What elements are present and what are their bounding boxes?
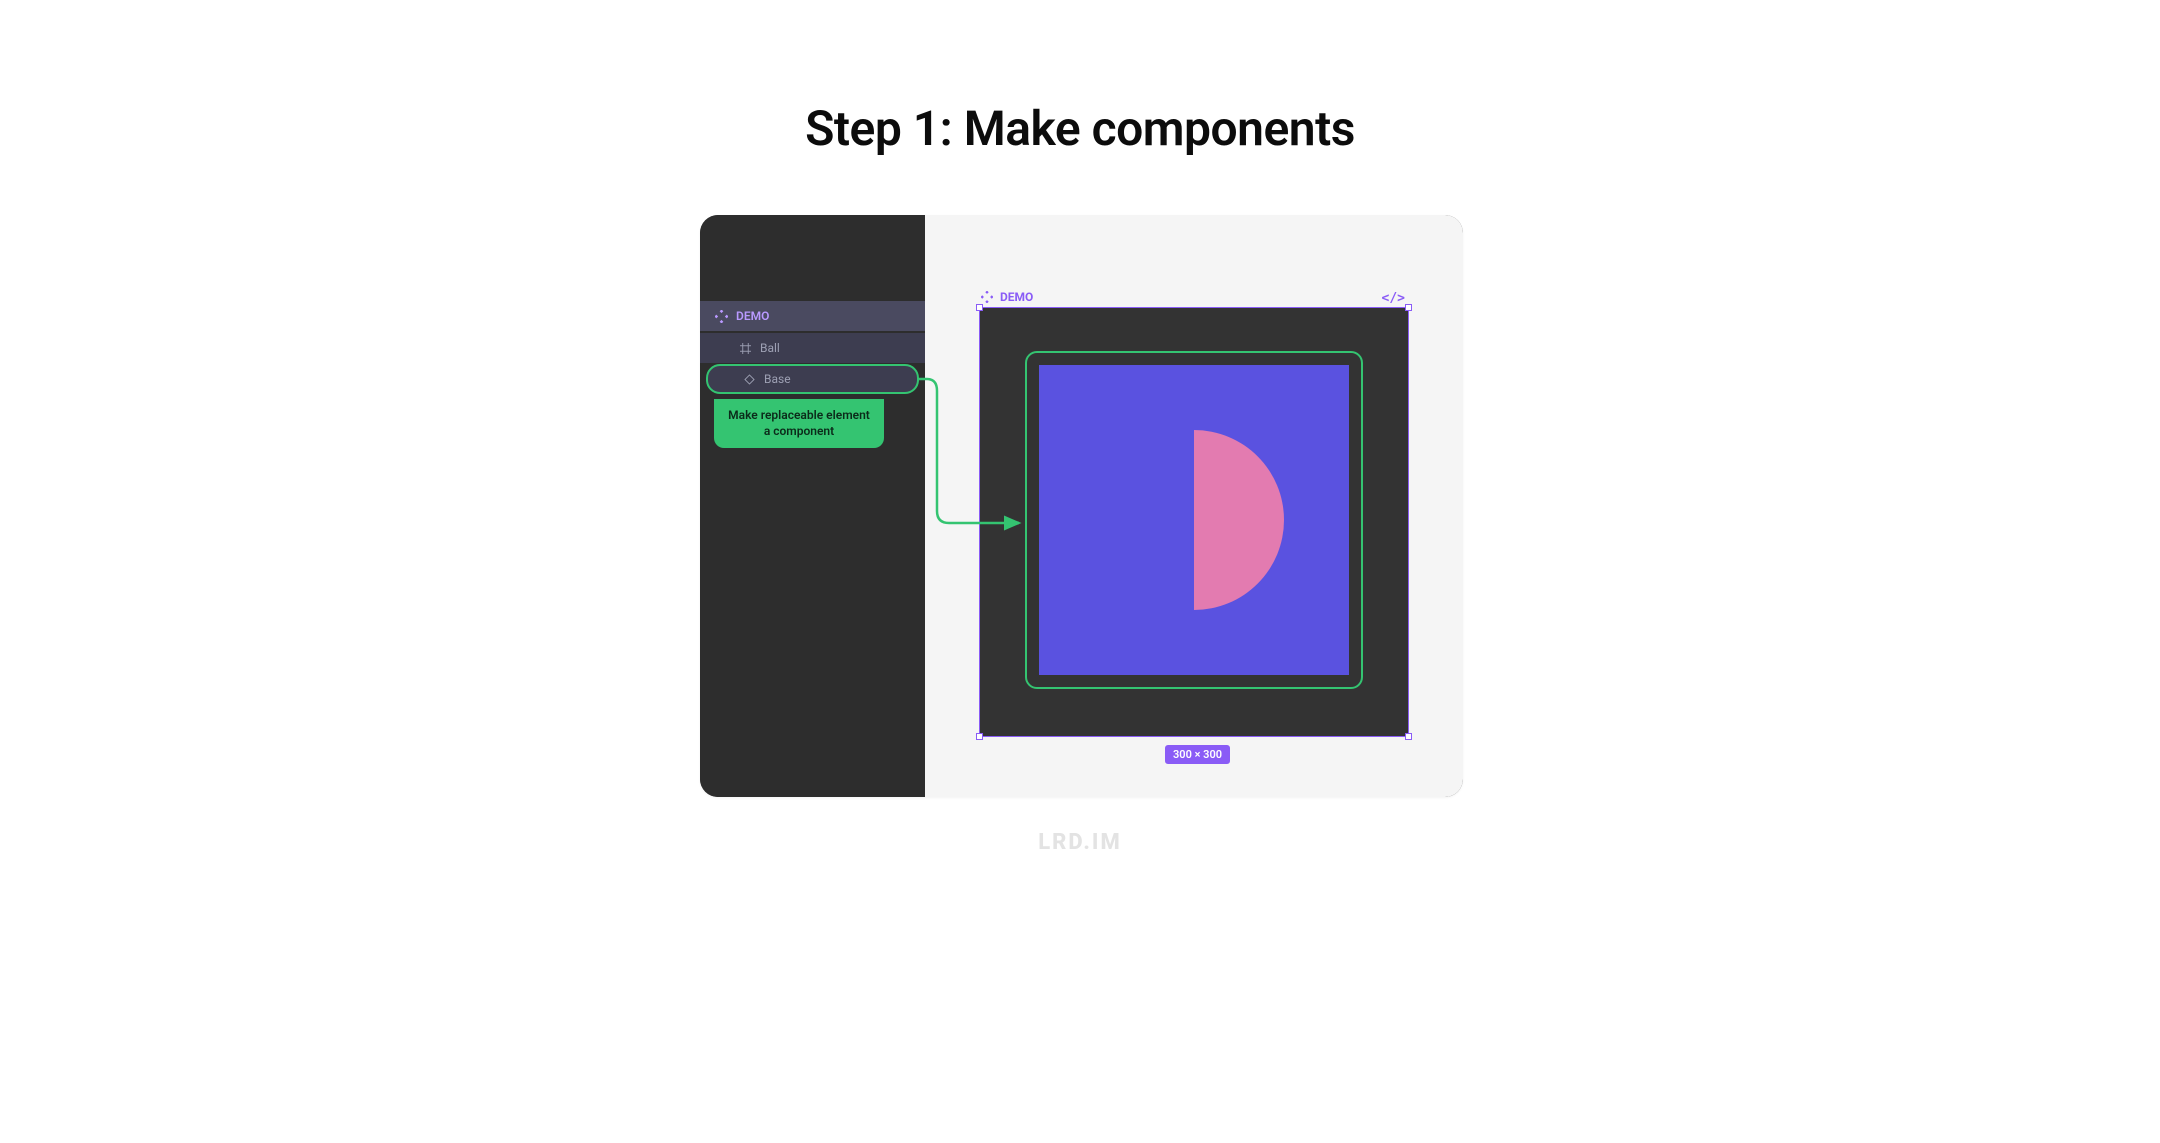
component-icon <box>980 290 994 304</box>
frame-icon <box>738 341 752 355</box>
diamond-icon <box>742 372 756 386</box>
layers-sidebar: DEMO Ball Base Make replaceable element … <box>700 215 925 797</box>
code-link-icon[interactable]: </> <box>1382 291 1405 306</box>
layer-label: Ball <box>760 341 780 355</box>
layer-label: DEMO <box>736 309 769 323</box>
annotation-tooltip: Make replaceable element a component <box>714 399 884 448</box>
resize-handle-tl[interactable] <box>976 304 983 311</box>
resize-handle-bl[interactable] <box>976 733 983 740</box>
layer-row-demo[interactable]: DEMO <box>700 301 925 331</box>
dimensions-badge: 300 × 300 <box>1165 745 1230 764</box>
watermark: LRD.IM <box>330 830 1830 855</box>
layer-row-ball[interactable]: Ball <box>700 333 925 363</box>
resize-handle-br[interactable] <box>1405 733 1412 740</box>
page-title: Step 1: Make components <box>330 100 1830 157</box>
layer-row-base[interactable]: Base <box>706 364 919 394</box>
layer-label: Base <box>764 372 791 386</box>
resize-handle-tr[interactable] <box>1405 304 1412 311</box>
frame-label[interactable]: DEMO <box>980 290 1033 304</box>
design-canvas[interactable]: DEMO </> 300 × 300 <box>925 215 1463 797</box>
frame-label-text: DEMO <box>1000 290 1033 304</box>
component-icon <box>714 309 728 323</box>
figma-panel: DEMO Ball Base Make replaceable element … <box>700 215 1463 797</box>
